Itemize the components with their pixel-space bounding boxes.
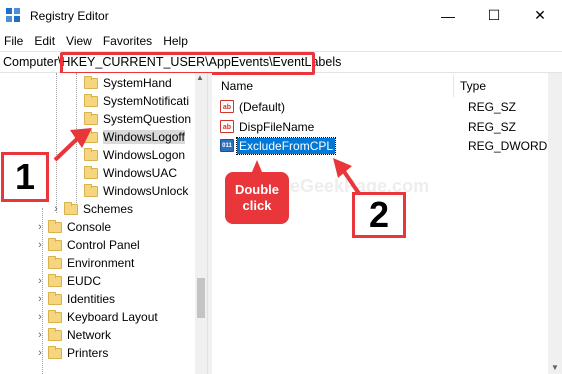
folder-icon [48,219,62,233]
tree-item-windowslogon[interactable]: WindowsLogon [84,146,185,164]
value-row-default[interactable]: ab (Default) REG_SZ [220,97,548,116]
column-separator[interactable] [453,75,454,97]
folder-icon [84,129,98,143]
tree-item-windowslogoff[interactable]: WindowsLogoff [84,128,185,146]
menu-file[interactable]: File [4,34,23,48]
string-value-icon: ab [220,100,234,113]
value-row-excludefromcpl[interactable]: 011 ExcludeFromCPL REG_DWORD [220,136,548,155]
tree-item-control-panel[interactable]: › Control Panel [35,236,140,254]
value-type: REG_SZ [468,99,517,114]
string-value-icon: ab [220,120,234,133]
value-type: REG_SZ [468,119,517,134]
chevron-right-icon[interactable]: › [35,329,45,341]
chevron-right-icon[interactable]: › [35,221,45,233]
value-name: DispFileName [239,119,315,134]
tree-item-printers[interactable]: › Printers [35,344,108,362]
tree-item-windowsunlock[interactable]: WindowsUnlock [84,182,188,200]
value-name: ExcludeFromCPL [235,136,337,155]
tree-item-systemhand[interactable]: SystemHand [84,74,172,92]
value-row-dispfilename[interactable]: ab DispFileName REG_SZ [220,117,548,136]
callout-line-2: click [242,198,272,213]
folder-icon [84,93,98,107]
folder-icon [48,345,62,359]
chevron-right-icon[interactable]: › [35,239,45,251]
tree-item-eudc[interactable]: › EUDC [35,272,101,290]
tree-scrollbar[interactable]: ▲ [195,73,207,374]
folder-icon [48,255,62,269]
menu-edit[interactable]: Edit [34,34,55,48]
address-bar[interactable]: Computer\HKEY_CURRENT_USER\AppEvents\Eve… [0,51,562,75]
callout-line-1: Double [234,182,280,197]
tree-item-identities[interactable]: › Identities [35,290,115,308]
window-title: Registry Editor [30,8,109,23]
binary-value-icon: 011 [220,139,234,152]
menu-view[interactable]: View [66,34,92,48]
address-highlight-box [60,52,315,75]
column-header-name[interactable]: Name [221,79,253,93]
values-scrollbar[interactable]: ▼ [548,73,562,374]
tree-item-systemquestion[interactable]: SystemQuestion [84,110,191,128]
chevron-right-icon[interactable]: › [35,275,45,287]
title-bar: Registry Editor — ☐ ✕ [0,0,562,31]
tree-item-systemnotification[interactable]: SystemNotificati [84,92,189,110]
column-header-type[interactable]: Type [460,79,486,93]
address-prefix: Computer\ [3,55,62,69]
scroll-down-arrow-icon[interactable]: ▼ [551,363,559,372]
chevron-right-icon[interactable]: › [51,203,61,215]
folder-icon [48,291,62,305]
tree-item-schemes[interactable]: › Schemes [51,200,133,218]
menu-favorites[interactable]: Favorites [103,34,152,48]
folder-icon [64,201,78,215]
menu-bar: File Edit View Favorites Help [0,31,562,50]
tree-item-keyboard-layout[interactable]: › Keyboard Layout [35,308,158,326]
value-type: REG_DWORD [468,138,548,153]
tree-item-environment[interactable]: Environment [35,254,134,272]
double-click-callout: Double click [225,172,289,224]
tree-item-network[interactable]: › Network [35,326,111,344]
folder-icon [84,165,98,179]
folder-icon [84,183,98,197]
step-2-marker: 2 [352,192,406,238]
folder-icon [84,147,98,161]
tree-scroll-thumb[interactable] [197,278,205,318]
close-button[interactable]: ✕ [518,0,562,31]
key-tree-pane[interactable]: SystemHand SystemNotificati SystemQuesti… [0,73,207,374]
folder-icon [84,111,98,125]
chevron-right-icon[interactable]: › [35,293,45,305]
folder-icon [48,237,62,251]
chevron-right-icon[interactable]: › [35,347,45,359]
chevron-right-icon[interactable]: › [35,311,45,323]
maximize-button[interactable]: ☐ [472,0,516,31]
scroll-up-arrow-icon[interactable]: ▲ [196,73,204,82]
menu-help[interactable]: Help [163,34,188,48]
tree-item-windowsuac[interactable]: WindowsUAC [84,164,177,182]
value-name: (Default) [239,99,286,114]
folder-icon [48,309,62,323]
pane-splitter[interactable] [207,73,212,374]
minimize-button[interactable]: — [426,0,470,31]
folder-icon [48,273,62,287]
folder-icon [84,75,98,89]
tree-item-console[interactable]: › Console [35,218,111,236]
values-list-header: Name Type [212,76,562,96]
registry-editor-icon [6,7,22,24]
folder-icon [48,327,62,341]
step-1-marker: 1 [1,152,49,202]
